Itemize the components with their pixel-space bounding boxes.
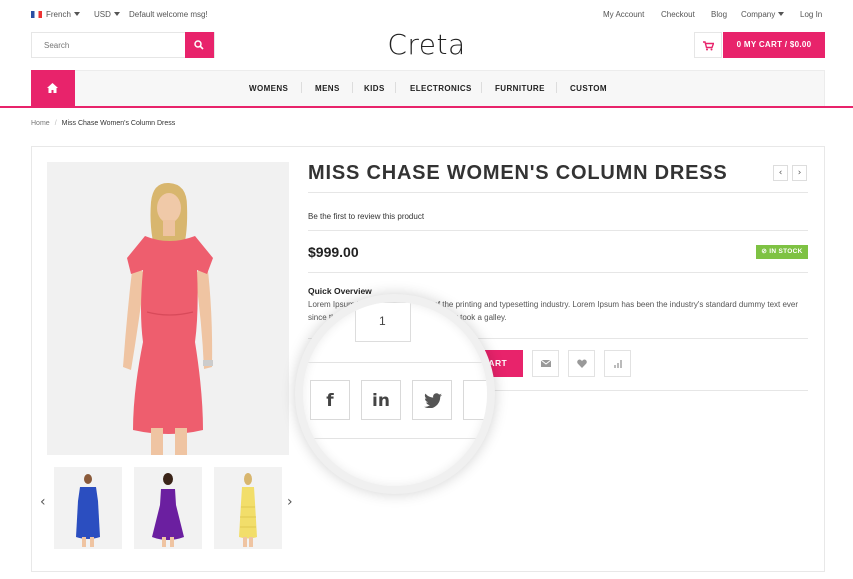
breadcrumb-current: Miss Chase Women's Column Dress — [61, 120, 176, 127]
top-bar: French USD Default welcome msg! My Accou… — [0, 0, 853, 30]
linkedin-icon: in — [372, 391, 390, 411]
company-label: Company — [741, 10, 776, 19]
language-label: French — [46, 10, 71, 19]
email-icon — [541, 359, 551, 367]
nav-item-furniture[interactable]: FURNITURE — [495, 84, 545, 93]
thumbnail-yellow-dress[interactable] — [214, 467, 282, 549]
my-account-link[interactable]: My Account — [603, 10, 644, 19]
nav-item-custom[interactable]: CUSTOM — [570, 84, 607, 93]
quantity-value: 1 — [379, 314, 386, 328]
yellow-dress-image — [214, 467, 282, 549]
prev-product-button[interactable]: ‹ — [773, 165, 788, 181]
nav-underline — [0, 106, 853, 108]
product-main-image[interactable] — [47, 162, 289, 455]
nav-divider — [481, 82, 482, 93]
nav-item-mens[interactable]: MENS — [315, 84, 340, 93]
nav-divider — [301, 82, 302, 93]
heart-icon — [577, 359, 587, 368]
magnifier-lens: 1 f in — [295, 294, 495, 494]
review-link[interactable]: Be the first to review this product — [308, 212, 424, 221]
nav-item-womens[interactable]: WOMENS — [249, 84, 288, 93]
welcome-message: Default welcome msg! — [129, 10, 208, 19]
thumbnail-blue-dress[interactable] — [54, 467, 122, 549]
magnified-area: 1 f in — [303, 302, 487, 486]
home-button[interactable] — [31, 70, 75, 107]
divider — [308, 272, 808, 273]
company-menu[interactable]: Company — [741, 10, 785, 19]
next-product-button[interactable]: › — [792, 165, 807, 181]
divider — [303, 438, 487, 439]
chevron-right-icon[interactable]: › — [287, 494, 293, 510]
divider — [308, 192, 808, 193]
chevron-down-icon — [73, 12, 80, 16]
blue-dress-image — [54, 467, 122, 549]
nav-divider — [395, 82, 396, 93]
cart-icon-button[interactable] — [694, 32, 722, 58]
facebook-share-button[interactable]: f — [310, 380, 350, 420]
stock-badge: ⊘ IN STOCK — [756, 245, 808, 259]
my-cart-button[interactable]: 0 MY CART / $0.00 — [723, 32, 825, 58]
compare-button[interactable] — [604, 350, 631, 377]
linkedin-share-button[interactable]: in — [361, 380, 401, 420]
product-title: MISS CHASE WOMEN'S COLUMN DRESS — [308, 162, 728, 184]
breadcrumb-home[interactable]: Home — [31, 120, 50, 127]
breadcrumb: Home / Miss Chase Women's Column Dress — [31, 120, 175, 127]
chevron-left-icon[interactable]: ‹ — [40, 494, 46, 510]
email-button[interactable] — [532, 350, 559, 377]
home-icon — [47, 83, 58, 93]
nav-item-kids[interactable]: KIDS — [364, 84, 385, 93]
divider — [303, 362, 487, 363]
chevron-right-icon: › — [797, 168, 802, 178]
breadcrumb-separator: / — [54, 120, 57, 127]
twitter-share-button[interactable] — [412, 380, 452, 420]
thumbnail-purple-dress[interactable] — [134, 467, 202, 549]
nav-item-electronics[interactable]: ELECTRONICS — [410, 84, 472, 93]
twitter-icon — [424, 393, 442, 408]
chevron-down-icon — [778, 12, 785, 16]
blog-link[interactable]: Blog — [711, 10, 727, 19]
divider — [308, 230, 808, 231]
share-button[interactable] — [463, 380, 487, 420]
chevron-down-icon — [113, 12, 120, 16]
product-price: $999.00 — [308, 244, 359, 260]
purple-dress-image — [134, 467, 202, 549]
facebook-icon: f — [326, 391, 334, 411]
french-flag-icon — [31, 11, 42, 18]
wishlist-button[interactable] — [568, 350, 595, 377]
currency-label: USD — [94, 10, 111, 19]
quick-overview-title: Quick Overview — [308, 286, 372, 296]
login-link[interactable]: Log In — [800, 10, 822, 19]
chevron-left-icon: ‹ — [778, 168, 783, 178]
nav-divider — [556, 82, 557, 93]
cart-icon — [703, 41, 714, 51]
checkout-link[interactable]: Checkout — [661, 10, 695, 19]
compare-icon — [614, 360, 622, 368]
language-selector[interactable]: French — [31, 10, 80, 19]
currency-selector[interactable]: USD — [94, 10, 120, 19]
stock-label: IN STOCK — [769, 248, 803, 255]
nav-divider — [352, 82, 353, 93]
dress-model-image — [47, 162, 289, 455]
